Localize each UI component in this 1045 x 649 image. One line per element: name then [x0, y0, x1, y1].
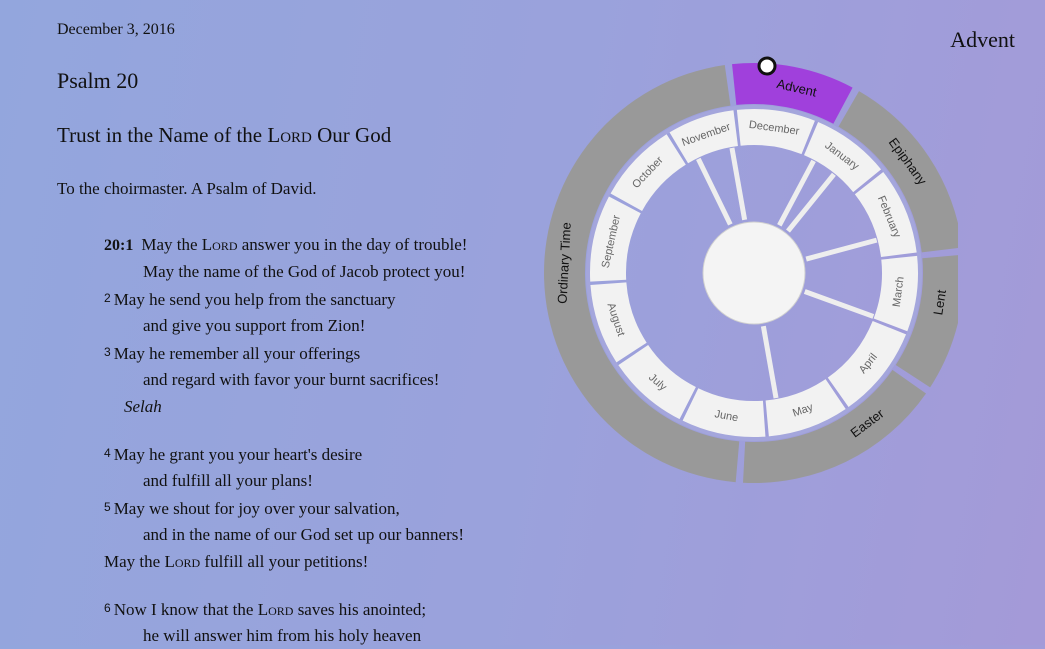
verse-reference: 20:1 [104, 237, 134, 254]
verse-text: answer you in the day of trouble! [237, 235, 468, 254]
stanza-gap [104, 420, 544, 440]
verse-5-line-a: 5 May we shout for joy over your salvatio… [104, 494, 544, 521]
week-spoke [786, 172, 836, 233]
heading-lord: Lord [267, 123, 312, 147]
verse-text: May he send you help from the sanctuary [113, 290, 396, 309]
current-date-marker[interactable] [757, 56, 777, 76]
verse-text: May the [141, 235, 202, 254]
verse-6-line-a: 6 Now I know that the Lord saves his anoi… [104, 595, 544, 622]
verse-number: 6 [104, 601, 111, 615]
verse-text: May the [104, 552, 165, 571]
heading-text-after: Our God [311, 123, 392, 147]
heading-text-before: Trust in the Name of the [57, 123, 268, 147]
current-season-label: Advent [950, 27, 1015, 52]
lord-small-caps: Lord [201, 235, 238, 254]
lord-small-caps: Lord [257, 600, 294, 619]
week-spoke [805, 237, 878, 262]
stanza-gap [104, 575, 544, 595]
verse-5-line-b: and in the name of our God set up our ba… [143, 525, 465, 544]
psalm-superscript: To the choirmaster. A Psalm of David. [57, 179, 317, 198]
verse-2-line-b: and give you support from Zion! [143, 316, 366, 335]
verse-number: 3 [104, 345, 111, 359]
week-spoke [760, 325, 779, 399]
week-spoke [729, 147, 748, 221]
verse-text: May he remember all your offerings [113, 344, 361, 363]
date-label: December 3, 2016 [57, 21, 175, 38]
verse-1-line-a: 20:1 May the Lord answer you in the day o… [104, 231, 544, 258]
lord-small-caps: Lord [164, 552, 201, 571]
verse-text: fulfill all your petitions! [200, 552, 369, 571]
verse-text: May we shout for joy over your salvation… [113, 499, 400, 518]
week-spoke [777, 159, 816, 227]
verse-3-line-a: 3 May he remember all your offerings [104, 339, 544, 366]
verse-1-line-b: May the name of the God of Jacob protect… [143, 262, 466, 281]
wheel-center-hub [702, 221, 806, 325]
week-spoke [696, 157, 733, 226]
week-spoke [803, 289, 875, 319]
psalm-verses: 20:1 May the Lord answer you in the day o… [104, 231, 544, 649]
verse-4-line-a: 4 May he grant you your heart's desire [104, 440, 544, 467]
verse-3-line-b: and regard with favor your burnt sacrifi… [143, 370, 440, 389]
verse-text: May he grant you your heart's desire [113, 445, 363, 464]
verse-5-line-c: May the Lord fulfill all your petitions! [104, 548, 544, 575]
selah: Selah [124, 397, 162, 416]
verse-number: 4 [104, 446, 111, 460]
liturgical-calendar-wheel[interactable]: AdventEpiphanyLentEasterOrdinary Time De… [538, 55, 958, 485]
verse-2-line-a: 2 May he send you help from the sanctuary [104, 285, 544, 312]
verse-text: saves his anointed; [293, 600, 427, 619]
psalm-title: Psalm 20 [57, 68, 139, 93]
verse-4-line-b: and fulfill all your plans! [143, 471, 313, 490]
verse-number: 2 [104, 291, 111, 305]
verse-number: 5 [104, 500, 111, 514]
verse-text: Now I know that the [113, 600, 258, 619]
psalm-heading: Trust in the Name of the Lord Our God [57, 123, 391, 148]
